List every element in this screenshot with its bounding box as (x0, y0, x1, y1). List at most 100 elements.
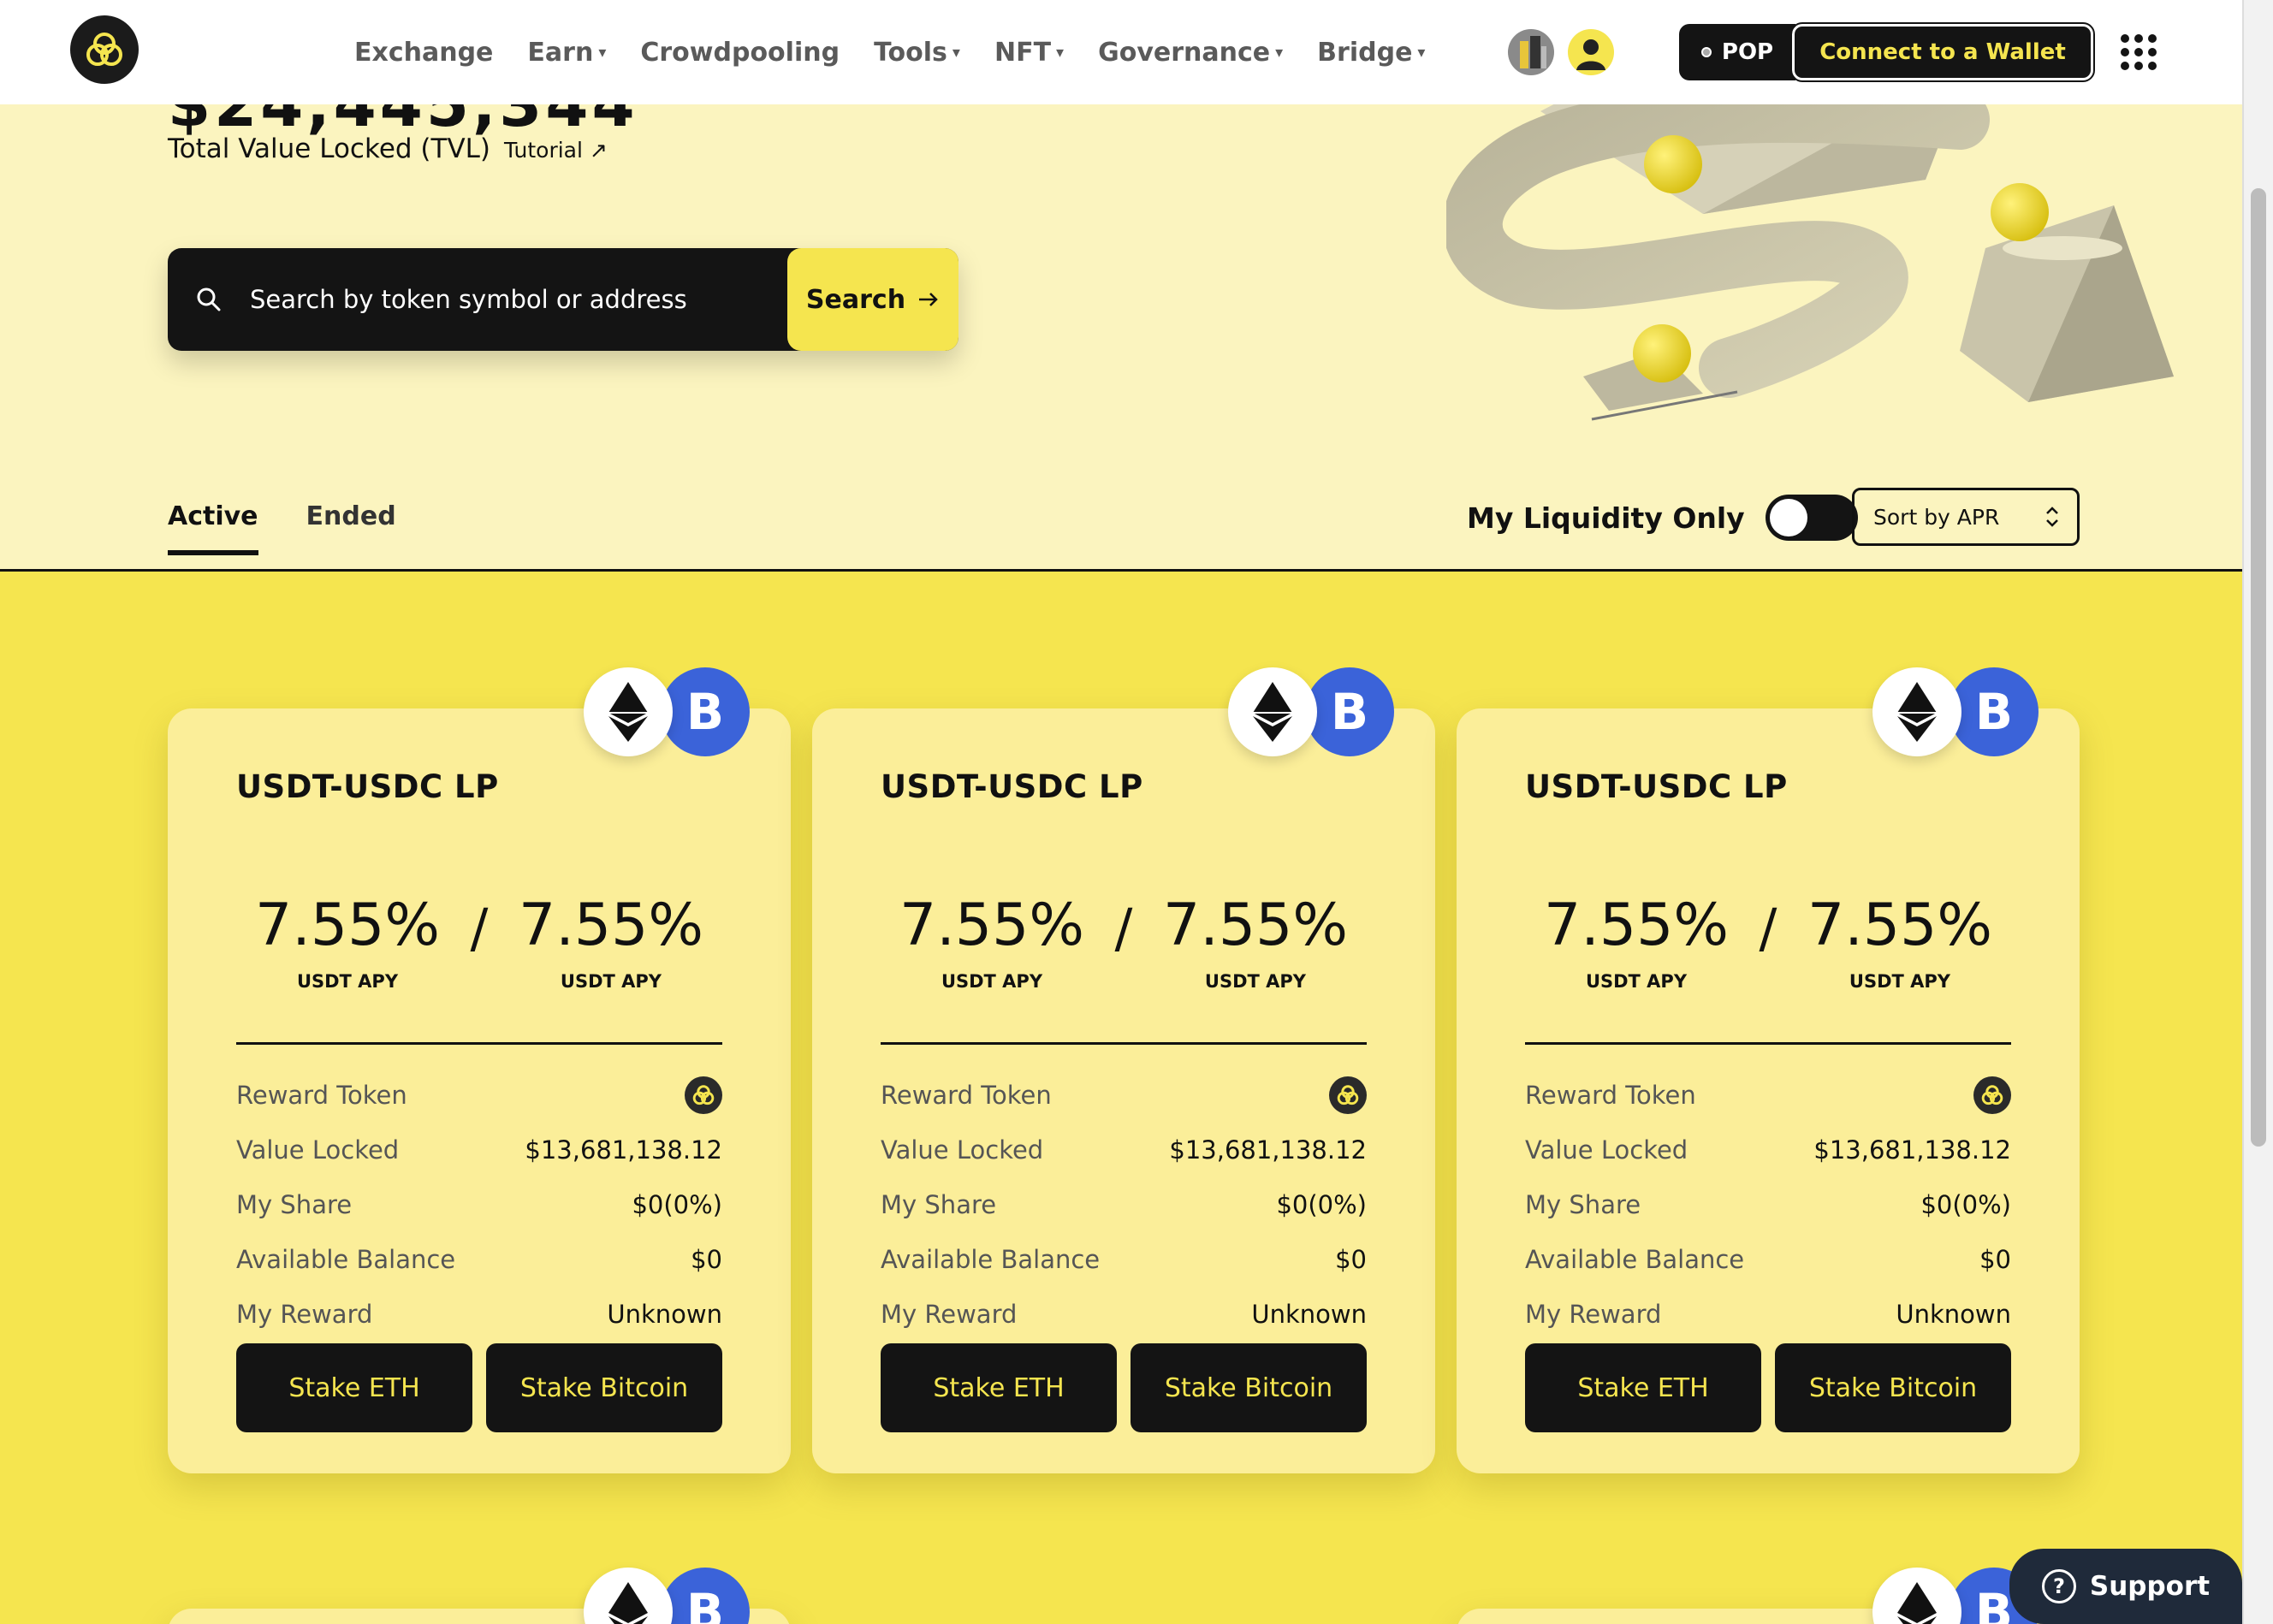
my-share-row: My Share $0(0%) (1525, 1190, 2011, 1219)
network-dot-icon (1700, 47, 1712, 57)
toggle-knob (1769, 499, 1807, 536)
pool-card: B USDT-USDC LP 7.55% USDT APY / 7.55% USDT… (812, 667, 1435, 1473)
stake-bitcoin-button[interactable]: Stake Bitcoin (1775, 1343, 2011, 1432)
bitcoin-icon: B (1950, 667, 2039, 756)
reward-token-icon (1329, 1076, 1367, 1114)
apy-separator: / (470, 897, 489, 959)
stake-eth-button[interactable]: Stake ETH (881, 1343, 1117, 1432)
pool-actions: Stake ETH Stake Bitcoin (881, 1343, 1367, 1432)
pool-actions: Stake ETH Stake Bitcoin (236, 1343, 722, 1432)
my-liquidity-label: My Liquidity Only (1467, 501, 1745, 535)
my-reward-row: My Reward Unknown (236, 1300, 722, 1329)
chevron-down-icon: ▾ (952, 43, 960, 62)
available-balance-row: Available Balance $0 (236, 1245, 722, 1274)
bitcoin-icon: B (661, 667, 750, 756)
chevron-down-icon: ▾ (1417, 43, 1426, 62)
tab-active[interactable]: Active (168, 501, 258, 555)
value-locked-row: Value Locked $13,681,138.12 (881, 1135, 1367, 1165)
apy-value: 7.55% (1162, 892, 1348, 959)
reward-token-row: Reward Token (881, 1068, 1367, 1123)
scrollbar[interactable] (2242, 0, 2273, 1624)
nav-earn[interactable]: Earn ▾ (527, 38, 606, 68)
ethereum-icon (584, 667, 673, 756)
divider (1525, 1042, 2011, 1045)
avatar[interactable] (1568, 29, 1614, 75)
stake-eth-button[interactable]: Stake ETH (236, 1343, 472, 1432)
sort-label: Sort by APR (1873, 504, 2000, 530)
apy-value: 7.55% (899, 892, 1085, 959)
network-button[interactable]: POP (1679, 24, 1795, 80)
ethereum-icon (1872, 1568, 1961, 1624)
available-balance-row: Available Balance $0 (881, 1245, 1367, 1274)
nav-exchange[interactable]: Exchange (354, 38, 493, 68)
bitcoin-icon: B (1305, 667, 1394, 756)
token-pair: B (1228, 667, 1394, 756)
sort-select[interactable]: Sort by APR (1852, 488, 2080, 546)
pool-card: B (168, 1568, 791, 1624)
apy-separator: / (1114, 897, 1133, 959)
bitcoin-icon: B (661, 1568, 750, 1624)
scrollbar-thumb[interactable] (2251, 188, 2266, 1147)
value-locked-row: Value Locked $13,681,138.12 (236, 1135, 722, 1165)
search-icon (168, 287, 250, 312)
page: $24,445,344 Total Value Locked (TVL) Tut… (0, 0, 2242, 1624)
top-nav: Exchange Earn ▾ Crowdpooling Tools ▾ NFT ▾ … (0, 0, 2242, 104)
apy-value: 7.55% (518, 892, 703, 959)
apy-value: 7.55% (1543, 892, 1730, 959)
pool-details: Reward Token Value Locked $13,681,138.12 … (1525, 1068, 2011, 1342)
apps-grid-icon[interactable] (2121, 34, 2157, 70)
my-share-row: My Share $0(0%) (881, 1190, 1367, 1219)
search-bar: Search (168, 248, 958, 351)
app-logo[interactable] (70, 15, 139, 84)
apy-label: USDT APY (296, 971, 399, 992)
pool-card: B USDT-USDC LP 7.55% USDT APY / 7.55% USDT… (1457, 667, 2080, 1473)
pool-title: USDT-USDC LP (881, 768, 1143, 805)
divider (881, 1042, 1367, 1045)
ethereum-icon (1872, 667, 1961, 756)
user-icon (1576, 39, 1605, 70)
apy-value: 7.55% (254, 892, 441, 959)
token-pair: B (584, 667, 750, 756)
pool-title: USDT-USDC LP (236, 768, 499, 805)
tvl-label: Total Value Locked (TVL) (168, 133, 491, 164)
city-avatar-icon (1520, 36, 1546, 68)
connect-wallet-button[interactable]: Connect to a Wallet (1790, 22, 2095, 82)
apy-label: USDT APY (560, 971, 662, 992)
pool-tabs: Active Ended (168, 501, 396, 555)
arrow-right-icon (919, 293, 938, 306)
support-button[interactable]: ? Support (2009, 1549, 2242, 1624)
avatar[interactable] (1508, 29, 1554, 75)
tutorial-link[interactable]: Tutorial ↗ (504, 138, 608, 163)
apy-row: 7.55% USDT APY / 7.55% USDT APY (1525, 892, 2011, 992)
apy-row: 7.55% USDT APY / 7.55% USDT APY (236, 892, 722, 992)
ethereum-icon (1228, 667, 1317, 756)
available-balance-row: Available Balance $0 (1525, 1245, 2011, 1274)
my-liquidity-filter: My Liquidity Only (1467, 495, 1858, 541)
ethereum-icon (584, 1568, 673, 1624)
nav-nft[interactable]: NFT ▾ (994, 38, 1064, 68)
reward-token-row: Reward Token (1525, 1068, 2011, 1123)
chevron-down-icon: ▾ (1056, 43, 1065, 62)
pool-card: B USDT-USDC LP 7.55% USDT APY / 7.55% USDT… (168, 667, 791, 1473)
nav-crowdpooling[interactable]: Crowdpooling (640, 38, 840, 68)
stake-bitcoin-button[interactable]: Stake Bitcoin (1131, 1343, 1367, 1432)
tvl-label-row: Total Value Locked (TVL) Tutorial ↗ (168, 133, 608, 164)
nav-bridge[interactable]: Bridge ▾ (1317, 38, 1425, 68)
my-liquidity-toggle[interactable] (1765, 495, 1858, 541)
value-locked-row: Value Locked $13,681,138.12 (1525, 1135, 2011, 1165)
stake-bitcoin-button[interactable]: Stake Bitcoin (486, 1343, 722, 1432)
stake-eth-button[interactable]: Stake ETH (1525, 1343, 1761, 1432)
search-button-label: Search (805, 284, 906, 315)
search-input[interactable] (250, 248, 787, 351)
apy-separator: / (1759, 897, 1777, 959)
nav-governance[interactable]: Governance ▾ (1098, 38, 1283, 68)
tab-ended[interactable]: Ended (306, 501, 396, 552)
apy-row: 7.55% USDT APY / 7.55% USDT APY (881, 892, 1367, 992)
pool-details: Reward Token Value Locked $13,681,138.12 … (236, 1068, 722, 1342)
my-reward-row: My Reward Unknown (1525, 1300, 2011, 1329)
token-pair: B (584, 1568, 750, 1624)
nav-tools[interactable]: Tools ▾ (874, 38, 960, 68)
search-button[interactable]: Search (787, 248, 958, 351)
main-nav: Exchange Earn ▾ Crowdpooling Tools ▾ NFT ▾ … (354, 0, 1425, 104)
support-label: Support (2089, 1571, 2211, 1602)
